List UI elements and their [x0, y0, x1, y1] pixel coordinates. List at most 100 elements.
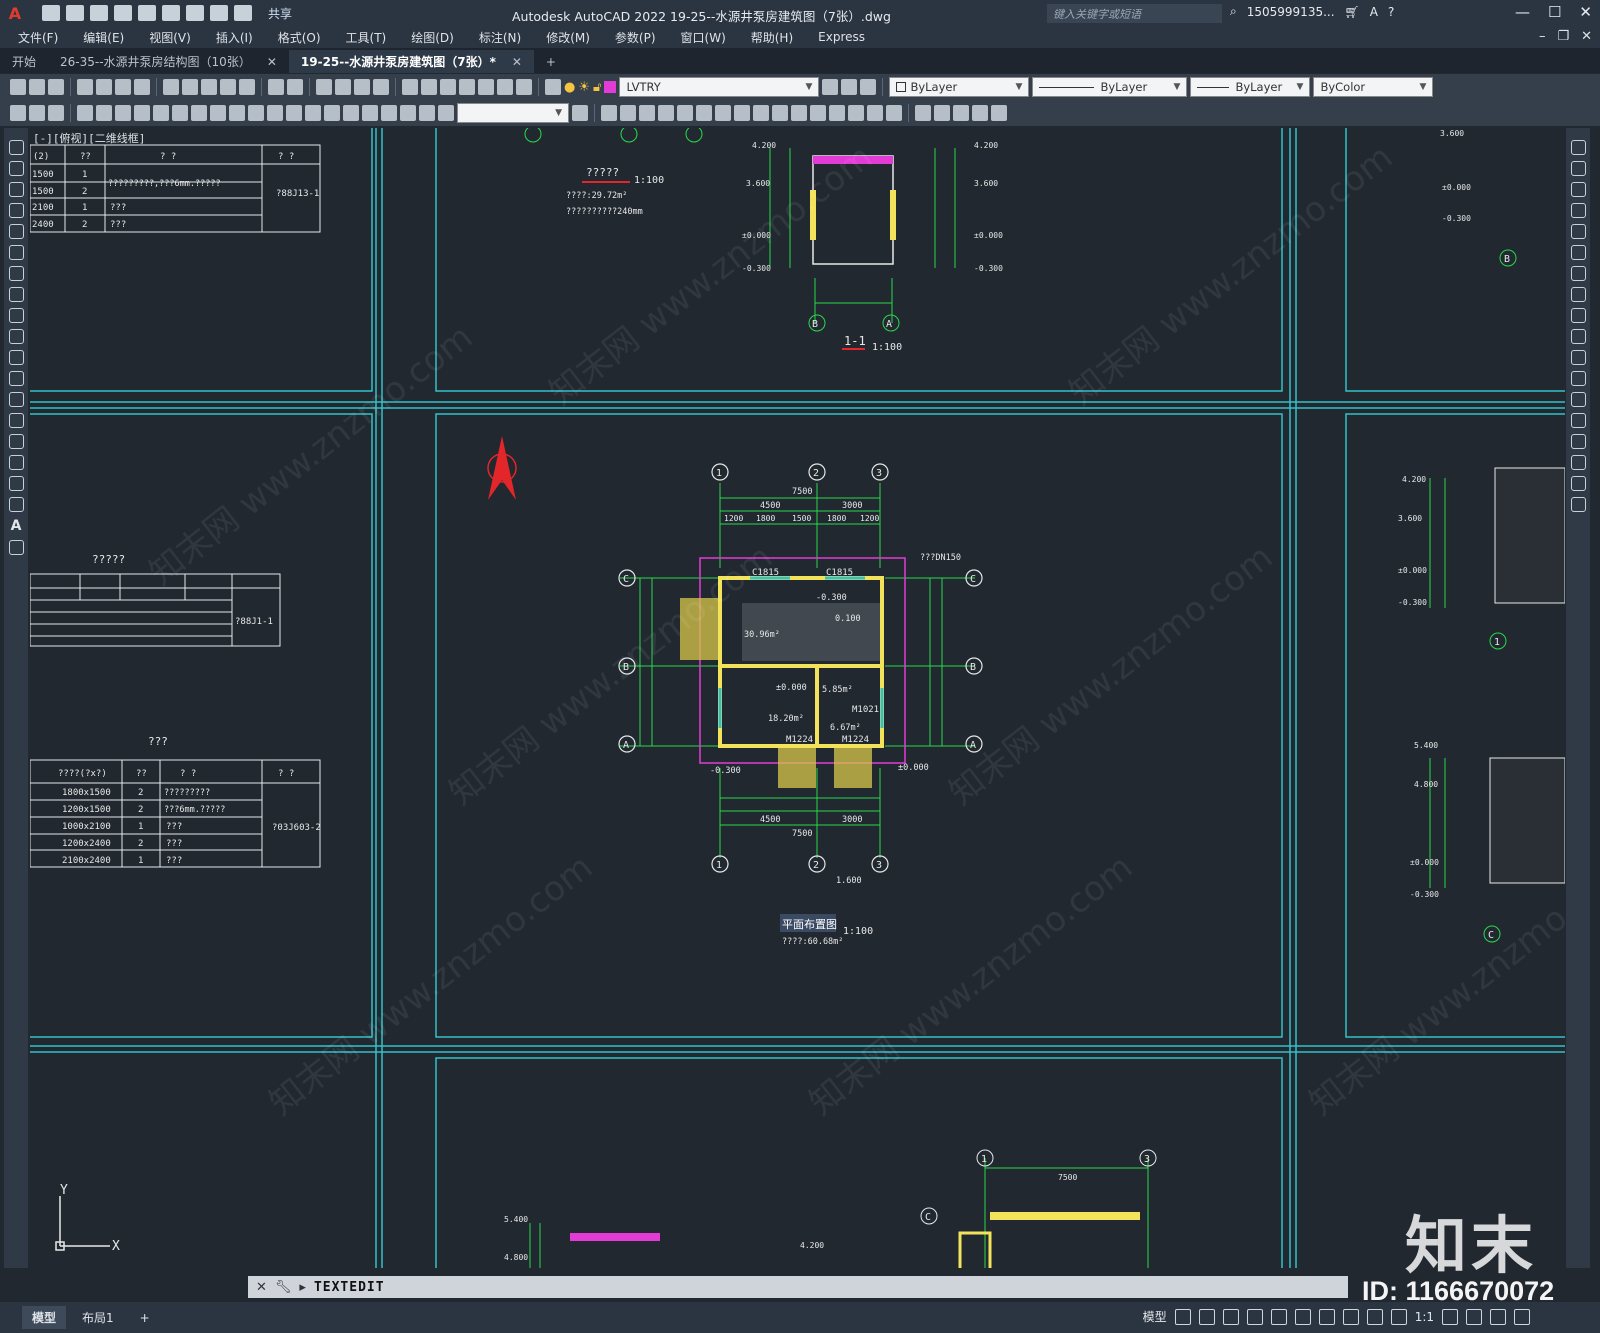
- mirror-icon[interactable]: [639, 105, 655, 121]
- blend-icon[interactable]: [1570, 476, 1586, 491]
- undo-icon[interactable]: [268, 79, 284, 95]
- circle-icon[interactable]: [8, 266, 24, 281]
- menu-item[interactable]: 绘图(D): [411, 29, 454, 46]
- save-web-icon[interactable]: [162, 5, 180, 21]
- open-file-icon[interactable]: [66, 5, 84, 21]
- dim-edit-icon[interactable]: [400, 105, 416, 121]
- customize-status-icon[interactable]: [1514, 1308, 1530, 1325]
- properties-icon[interactable]: [402, 79, 418, 95]
- isodraft-icon[interactable]: [1270, 1308, 1287, 1325]
- design-center-icon[interactable]: [421, 79, 437, 95]
- cart-icon[interactable]: 🛒︎: [1345, 5, 1360, 19]
- trim-icon[interactable]: [772, 105, 788, 121]
- fillet-icon[interactable]: [1570, 455, 1586, 470]
- menu-item[interactable]: 编辑(E): [83, 29, 124, 46]
- table-icon[interactable]: [8, 497, 24, 512]
- layer-match-icon[interactable]: [860, 79, 877, 95]
- menu-item[interactable]: 参数(P): [615, 29, 656, 46]
- explode-icon[interactable]: [886, 105, 902, 121]
- plotstyle-dropdown[interactable]: ByColor ▼: [1313, 77, 1434, 97]
- menu-item[interactable]: Express: [818, 30, 865, 44]
- new-icon[interactable]: [10, 79, 26, 95]
- file-tab[interactable]: 开始: [0, 50, 48, 73]
- object-snap-icon[interactable]: [1318, 1308, 1335, 1325]
- array-icon[interactable]: [1570, 224, 1586, 239]
- polygon-icon[interactable]: [8, 203, 24, 218]
- maximize-icon[interactable]: ☐: [1548, 3, 1561, 21]
- insert-block-icon[interactable]: [915, 105, 931, 121]
- tab-model[interactable]: 模型: [22, 1306, 67, 1329]
- recent-commands-icon[interactable]: ▸: [299, 1280, 306, 1295]
- dim-break-icon[interactable]: [305, 105, 321, 121]
- ortho-icon[interactable]: [1222, 1308, 1239, 1325]
- offset-icon[interactable]: [658, 105, 674, 121]
- close-tab-icon[interactable]: ✕: [267, 55, 277, 69]
- angular-dim-icon[interactable]: [210, 105, 226, 121]
- arc-icon[interactable]: [8, 245, 24, 260]
- copy-object-icon[interactable]: [620, 105, 636, 121]
- multiline-text-icon[interactable]: A: [11, 518, 22, 534]
- viewport-label[interactable]: [-][俯视][二维线框]: [33, 131, 145, 145]
- gradient-icon[interactable]: [8, 455, 24, 470]
- trim-icon[interactable]: [1570, 329, 1586, 344]
- minimize-icon[interactable]: —: [1515, 3, 1530, 21]
- snap-icon[interactable]: [1198, 1308, 1215, 1325]
- menu-item[interactable]: 插入(I): [216, 29, 253, 46]
- inspection-icon[interactable]: [362, 105, 378, 121]
- break-icon[interactable]: [1570, 392, 1586, 407]
- dim-update-icon[interactable]: [438, 105, 454, 121]
- block-editor-icon[interactable]: [239, 79, 255, 95]
- tab-layout1[interactable]: 布局1: [72, 1306, 124, 1329]
- break-icon[interactable]: [810, 105, 826, 121]
- move-icon[interactable]: [696, 105, 712, 121]
- linetype-dropdown[interactable]: ByLayer ▼: [1032, 77, 1188, 97]
- join-icon[interactable]: [1570, 413, 1586, 428]
- style-icon[interactable]: [10, 105, 26, 121]
- rotate-icon[interactable]: [1570, 266, 1586, 281]
- make-current-layer-icon[interactable]: [822, 79, 839, 95]
- fillet-icon[interactable]: [867, 105, 883, 121]
- extend-icon[interactable]: [1570, 350, 1586, 365]
- quick-dim-icon[interactable]: [229, 105, 245, 121]
- hatch-icon[interactable]: [8, 434, 24, 449]
- search-input[interactable]: 键入关键字或短语: [1047, 4, 1222, 23]
- command-line[interactable]: ✕ 🔧︎ ▸ TEXTEDIT: [248, 1276, 1348, 1298]
- user-account[interactable]: 1505999135...: [1247, 5, 1335, 19]
- menu-item[interactable]: 格式(O): [278, 29, 321, 46]
- table-icon[interactable]: [991, 105, 1007, 121]
- quickcalc-icon[interactable]: [497, 79, 513, 95]
- markup-icon[interactable]: [478, 79, 494, 95]
- plan-title[interactable]: 平面布置图: [782, 918, 837, 931]
- construction-line-icon[interactable]: [8, 161, 24, 176]
- plot-icon[interactable]: [186, 5, 204, 21]
- polar-icon[interactable]: [1246, 1308, 1263, 1325]
- tool-palettes-icon[interactable]: [440, 79, 456, 95]
- region-icon[interactable]: [8, 476, 24, 491]
- close-icon[interactable]: ✕: [1579, 3, 1592, 21]
- break-at-point-icon[interactable]: [1570, 371, 1586, 386]
- dim-style-icon[interactable]: [48, 105, 64, 121]
- menu-item[interactable]: 标注(N): [479, 29, 521, 46]
- fullscreen-icon[interactable]: [1490, 1308, 1506, 1325]
- lineweight-dropdown[interactable]: ByLayer ▼: [1190, 77, 1311, 97]
- match-properties-icon[interactable]: [220, 79, 236, 95]
- zoom-realtime-icon[interactable]: [335, 79, 351, 95]
- revision-cloud-icon[interactable]: [8, 287, 24, 302]
- scale-icon[interactable]: [1570, 287, 1586, 302]
- point-icon[interactable]: [8, 413, 24, 428]
- sheet-set-icon[interactable]: [459, 79, 475, 95]
- new-tab-button[interactable]: +: [534, 50, 568, 73]
- ellipse-arc-icon[interactable]: [8, 350, 24, 365]
- radius-dim-icon[interactable]: [153, 105, 169, 121]
- copy-icon[interactable]: [1570, 161, 1586, 176]
- attach-icon[interactable]: [953, 105, 969, 121]
- extend-icon[interactable]: [791, 105, 807, 121]
- stretch-icon[interactable]: [1570, 308, 1586, 323]
- object-snap-tracking-icon[interactable]: [1294, 1308, 1311, 1325]
- help-icon[interactable]: [516, 79, 532, 95]
- aligned-dim-icon[interactable]: [96, 105, 112, 121]
- customize-icon[interactable]: 🔧︎: [275, 1280, 292, 1295]
- jogged-linear-icon[interactable]: [381, 105, 397, 121]
- paste-icon[interactable]: [201, 79, 217, 95]
- rotate-icon[interactable]: [715, 105, 731, 121]
